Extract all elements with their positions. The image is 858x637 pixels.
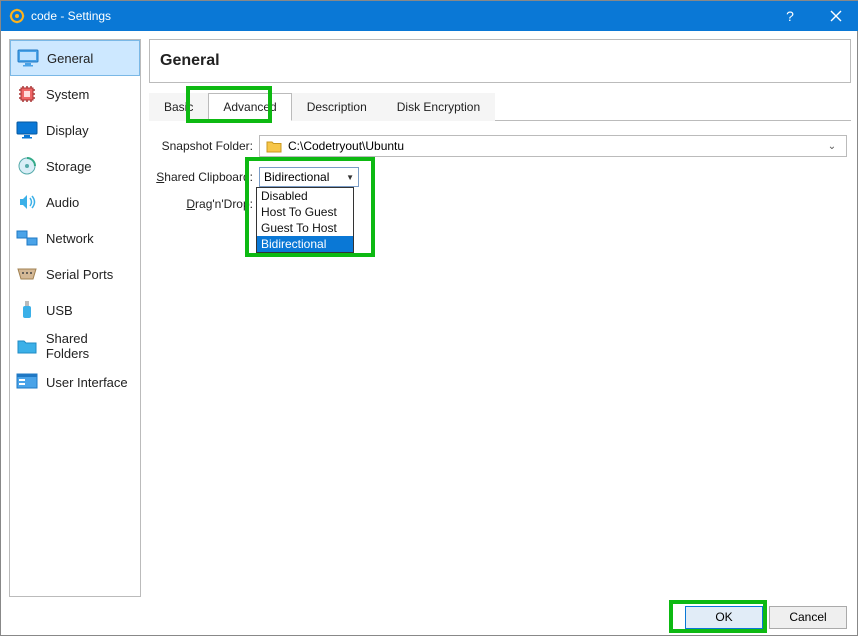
chevron-down-icon[interactable]: ⌄: [824, 141, 840, 152]
cancel-button[interactable]: Cancel: [769, 606, 847, 629]
form-area: Snapshot Folder: C:\Codetryout\Ubuntu ⌄ …: [149, 121, 851, 235]
dropdown-item-guest-to-host[interactable]: Guest To Host: [257, 220, 353, 236]
ui-icon: [16, 371, 38, 393]
sidebar-item-label: General: [47, 51, 93, 66]
sidebar-item-label: USB: [46, 303, 73, 318]
sidebar-item-system[interactable]: System: [10, 76, 140, 112]
caret-down-icon: ▼: [346, 173, 354, 182]
tab-basic[interactable]: Basic: [149, 93, 208, 121]
tab-advanced[interactable]: Advanced: [208, 93, 291, 121]
sidebar-item-usb[interactable]: USB: [10, 292, 140, 328]
folder-icon: [16, 335, 38, 357]
sidebar-item-user-interface[interactable]: User Interface: [10, 364, 140, 400]
chip-icon: [16, 83, 38, 105]
sidebar-item-label: Display: [46, 123, 89, 138]
dropdown-item-disabled[interactable]: Disabled: [257, 188, 353, 204]
sidebar-item-label: System: [46, 87, 89, 102]
window-title: code - Settings: [31, 9, 767, 23]
monitor-icon: [17, 47, 39, 69]
serial-icon: [16, 263, 38, 285]
help-button[interactable]: ?: [767, 1, 813, 31]
sidebar-item-label: Storage: [46, 159, 92, 174]
snapshot-folder-label: Snapshot Folder:: [153, 139, 259, 153]
close-button[interactable]: [813, 1, 858, 31]
sidebar-item-shared-folders[interactable]: Shared Folders: [10, 328, 140, 364]
page-header: General: [149, 39, 851, 83]
sidebar-item-display[interactable]: Display: [10, 112, 140, 148]
usb-icon: [16, 299, 38, 321]
shared-clipboard-label: Shared Clipboard:: [153, 170, 259, 184]
sidebar-item-label: User Interface: [46, 375, 128, 390]
main-panel: General Basic Advanced Description Disk …: [149, 39, 851, 597]
app-icon: [9, 8, 25, 24]
sidebar-item-audio[interactable]: Audio: [10, 184, 140, 220]
dropdown-item-host-to-guest[interactable]: Host To Guest: [257, 204, 353, 220]
sidebar-item-label: Shared Folders: [46, 331, 134, 361]
sidebar-item-serial-ports[interactable]: Serial Ports: [10, 256, 140, 292]
titlebar: code - Settings ?: [1, 1, 858, 31]
shared-clipboard-combo[interactable]: Bidirectional ▼: [259, 167, 359, 187]
sidebar: General System Display Storage: [9, 39, 141, 597]
dropdown-item-bidirectional[interactable]: Bidirectional: [257, 236, 353, 252]
sidebar-item-label: Serial Ports: [46, 267, 113, 282]
disk-icon: [16, 155, 38, 177]
footer: OK Cancel: [1, 597, 858, 637]
shared-clipboard-dropdown[interactable]: Disabled Host To Guest Guest To Host Bid…: [256, 187, 354, 253]
sidebar-item-label: Network: [46, 231, 94, 246]
sidebar-item-label: Audio: [46, 195, 79, 210]
sidebar-item-general[interactable]: General: [10, 40, 140, 76]
speaker-icon: [16, 191, 38, 213]
shared-clipboard-value: Bidirectional: [264, 170, 329, 184]
page-title: General: [160, 52, 840, 70]
sidebar-item-storage[interactable]: Storage: [10, 148, 140, 184]
tab-disk-encryption[interactable]: Disk Encryption: [382, 93, 495, 121]
folder-small-icon: [266, 139, 282, 153]
ok-button[interactable]: OK: [685, 606, 763, 629]
network-icon: [16, 227, 38, 249]
tabs: Basic Advanced Description Disk Encrypti…: [149, 93, 851, 121]
sidebar-item-network[interactable]: Network: [10, 220, 140, 256]
display-icon: [16, 119, 38, 141]
snapshot-folder-value: C:\Codetryout\Ubuntu: [288, 139, 824, 153]
snapshot-folder-input[interactable]: C:\Codetryout\Ubuntu ⌄: [259, 135, 847, 157]
tab-description[interactable]: Description: [292, 93, 382, 121]
drag-n-drop-label: Drag'n'Drop:: [153, 197, 259, 211]
